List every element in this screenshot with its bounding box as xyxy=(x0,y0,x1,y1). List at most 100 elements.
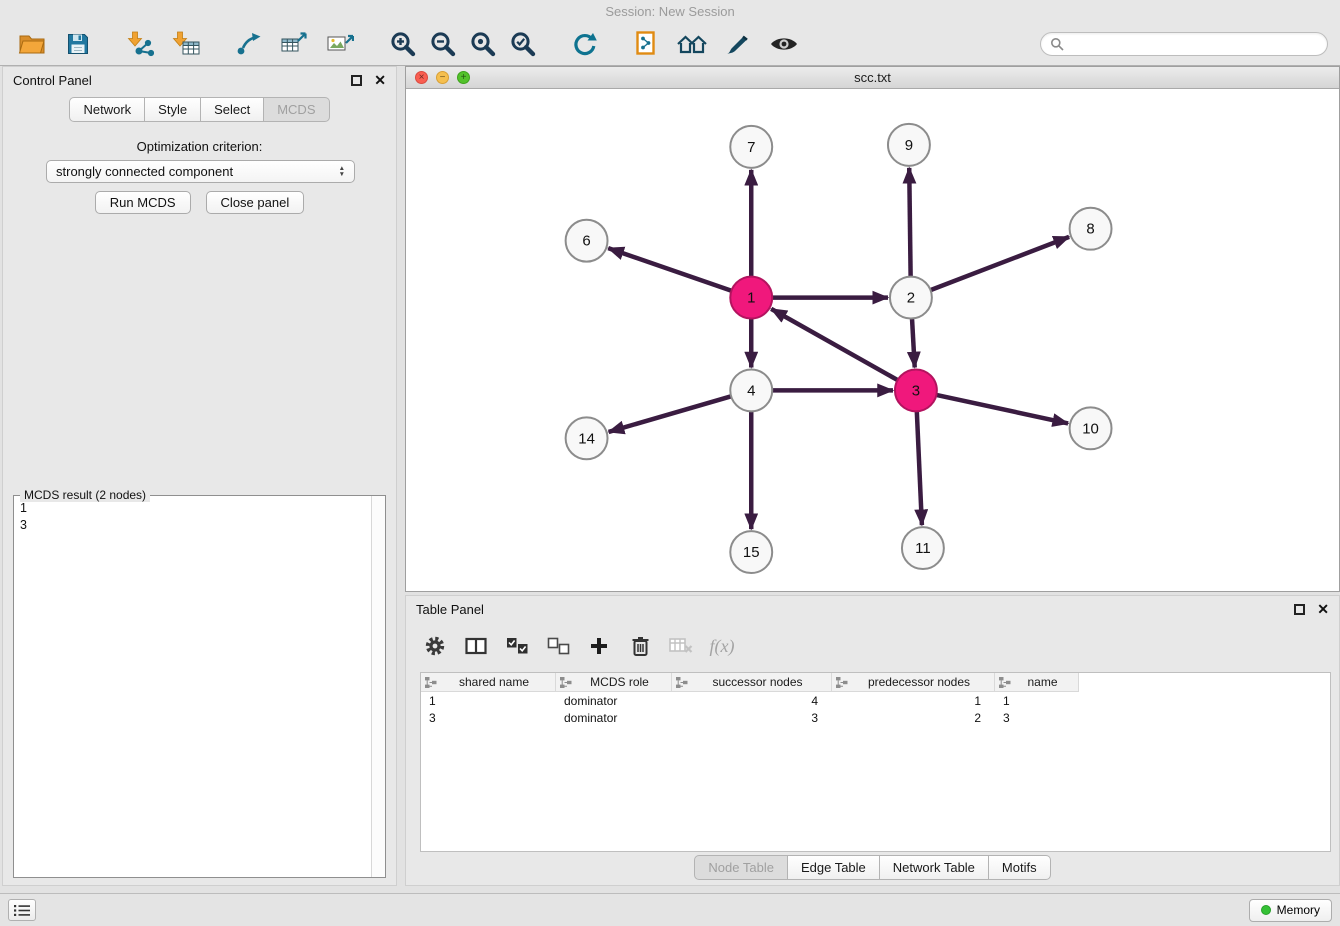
column-header-successor-nodes[interactable]: successor nodes xyxy=(672,673,832,692)
tab-network[interactable]: Network xyxy=(69,97,145,122)
table-cell[interactable]: 1 xyxy=(995,692,1079,709)
zoom-in-button[interactable] xyxy=(382,26,422,62)
column-header-name[interactable]: name xyxy=(995,673,1079,692)
eye-icon xyxy=(769,35,799,53)
graph-edge-1-6[interactable] xyxy=(608,248,731,291)
apply-style-button[interactable] xyxy=(718,26,758,62)
mcds-result-content[interactable]: 13 xyxy=(20,500,367,873)
export-image-button[interactable] xyxy=(320,26,360,62)
table-panel: Table Panel ✕ f(x) shared nameMCDS xyxy=(405,595,1340,886)
control-panel: Control Panel ✕ NetworkStyleSelectMCDS O… xyxy=(2,66,397,886)
graph-edge-3-1[interactable] xyxy=(771,309,897,380)
column-type-icon xyxy=(999,677,1011,688)
table-cell[interactable]: dominator xyxy=(556,709,672,726)
tab-node-table[interactable]: Node Table xyxy=(694,855,788,880)
run-mcds-button[interactable]: Run MCDS xyxy=(95,191,191,214)
column-type-icon xyxy=(836,677,848,688)
network-window-title: scc.txt xyxy=(406,70,1339,85)
table-cell[interactable]: 1 xyxy=(421,692,556,709)
export-network-icon xyxy=(235,31,261,57)
graph-edge-2-3[interactable] xyxy=(912,319,915,368)
column-header-mcds-role[interactable]: MCDS role xyxy=(556,673,672,692)
optimization-criterion-label: Optimization criterion: xyxy=(3,139,396,154)
table-cell[interactable]: 3 xyxy=(672,709,832,726)
dropdown-arrows-icon: ▲▼ xyxy=(339,166,345,178)
table-cell[interactable]: dominator xyxy=(556,692,672,709)
tab-edge-table[interactable]: Edge Table xyxy=(788,855,880,880)
control-panel-header: Control Panel ✕ xyxy=(3,67,396,93)
create-column-button[interactable] xyxy=(586,631,612,661)
table-row[interactable]: 3dominator323 xyxy=(421,709,1330,726)
plus-icon xyxy=(589,636,609,656)
graph-node-label: 14 xyxy=(578,430,595,447)
memory-button[interactable]: Memory xyxy=(1249,899,1332,922)
graph-node-label: 8 xyxy=(1086,221,1094,238)
float-table-panel-icon[interactable] xyxy=(1294,604,1305,615)
select-all-columns-button[interactable] xyxy=(504,631,530,661)
mcds-result-box: MCDS result (2 nodes) 13 xyxy=(13,495,386,878)
graph-edge-2-9[interactable] xyxy=(909,168,910,277)
table-panel-header: Table Panel ✕ xyxy=(406,596,1339,622)
graph-edge-4-14[interactable] xyxy=(609,396,731,432)
close-control-panel-icon[interactable]: ✕ xyxy=(374,73,386,87)
table-panel-title: Table Panel xyxy=(416,602,484,617)
table-cell[interactable]: 4 xyxy=(672,692,832,709)
zoom-out-button[interactable] xyxy=(422,26,462,62)
export-network-button[interactable] xyxy=(228,26,268,62)
float-control-panel-icon[interactable] xyxy=(351,75,362,86)
unselect-all-columns-button[interactable] xyxy=(545,631,571,661)
table-cell[interactable]: 1 xyxy=(832,692,995,709)
delete-column-button[interactable] xyxy=(627,631,653,661)
table-cell[interactable]: 2 xyxy=(832,709,995,726)
mcds-result-scrollbar[interactable] xyxy=(371,496,385,877)
show-panels-button[interactable] xyxy=(8,899,36,921)
criterion-dropdown[interactable]: strongly connected component ▲▼ xyxy=(46,160,355,183)
new-network-from-selection-button[interactable] xyxy=(626,26,666,62)
graph-node-label: 2 xyxy=(907,290,915,307)
search-field[interactable] xyxy=(1040,32,1328,56)
table-body: 1dominator4113dominator323 xyxy=(421,692,1330,726)
show-columns-button[interactable] xyxy=(463,631,489,661)
show-home-button[interactable] xyxy=(672,26,712,62)
show-graphics-details-button[interactable] xyxy=(764,26,804,62)
tab-motifs[interactable]: Motifs xyxy=(989,855,1051,880)
gear-icon xyxy=(424,635,446,657)
import-network-button[interactable] xyxy=(120,26,160,62)
column-label: shared name xyxy=(437,675,551,689)
table-cell[interactable]: 3 xyxy=(421,709,556,726)
graph-edge-3-10[interactable] xyxy=(936,395,1068,424)
close-table-panel-icon[interactable]: ✕ xyxy=(1317,602,1329,616)
network-canvas[interactable]: 7968124314101511 xyxy=(406,89,1339,591)
column-header-predecessor-nodes[interactable]: predecessor nodes xyxy=(832,673,995,692)
column-header-shared-name[interactable]: shared name xyxy=(421,673,556,692)
window-close-icon[interactable]: × xyxy=(415,71,428,84)
clear-table-icon xyxy=(669,637,693,655)
refresh-view-button[interactable] xyxy=(564,26,604,62)
search-input[interactable] xyxy=(1070,37,1318,51)
import-table-button[interactable] xyxy=(166,26,206,62)
export-table-button[interactable] xyxy=(274,26,314,62)
zoom-fit-button[interactable] xyxy=(462,26,502,62)
table-row[interactable]: 1dominator411 xyxy=(421,692,1330,709)
tab-style[interactable]: Style xyxy=(145,97,201,122)
control-panel-title: Control Panel xyxy=(13,73,92,88)
open-session-button[interactable] xyxy=(12,26,52,62)
tab-network-table[interactable]: Network Table xyxy=(880,855,989,880)
save-session-button[interactable] xyxy=(58,26,98,62)
graph-node-label: 4 xyxy=(747,382,755,399)
zoom-selected-button[interactable] xyxy=(502,26,542,62)
tab-mcds[interactable]: MCDS xyxy=(264,97,329,122)
graph-edge-3-11[interactable] xyxy=(917,411,922,525)
function-builder-button: f(x) xyxy=(709,631,735,661)
network-graph-svg[interactable]: 7968124314101511 xyxy=(406,89,1339,591)
graph-edge-2-8[interactable] xyxy=(930,237,1069,290)
window-minimize-icon[interactable]: − xyxy=(436,71,449,84)
tab-select[interactable]: Select xyxy=(201,97,264,122)
table-cell[interactable]: 3 xyxy=(995,709,1079,726)
close-panel-button[interactable]: Close panel xyxy=(206,191,305,214)
checked-boxes-icon xyxy=(506,637,529,655)
import-table-icon xyxy=(172,31,200,57)
zoom-selected-icon xyxy=(509,30,536,57)
table-settings-button[interactable] xyxy=(422,631,448,661)
window-zoom-icon[interactable]: + xyxy=(457,71,470,84)
